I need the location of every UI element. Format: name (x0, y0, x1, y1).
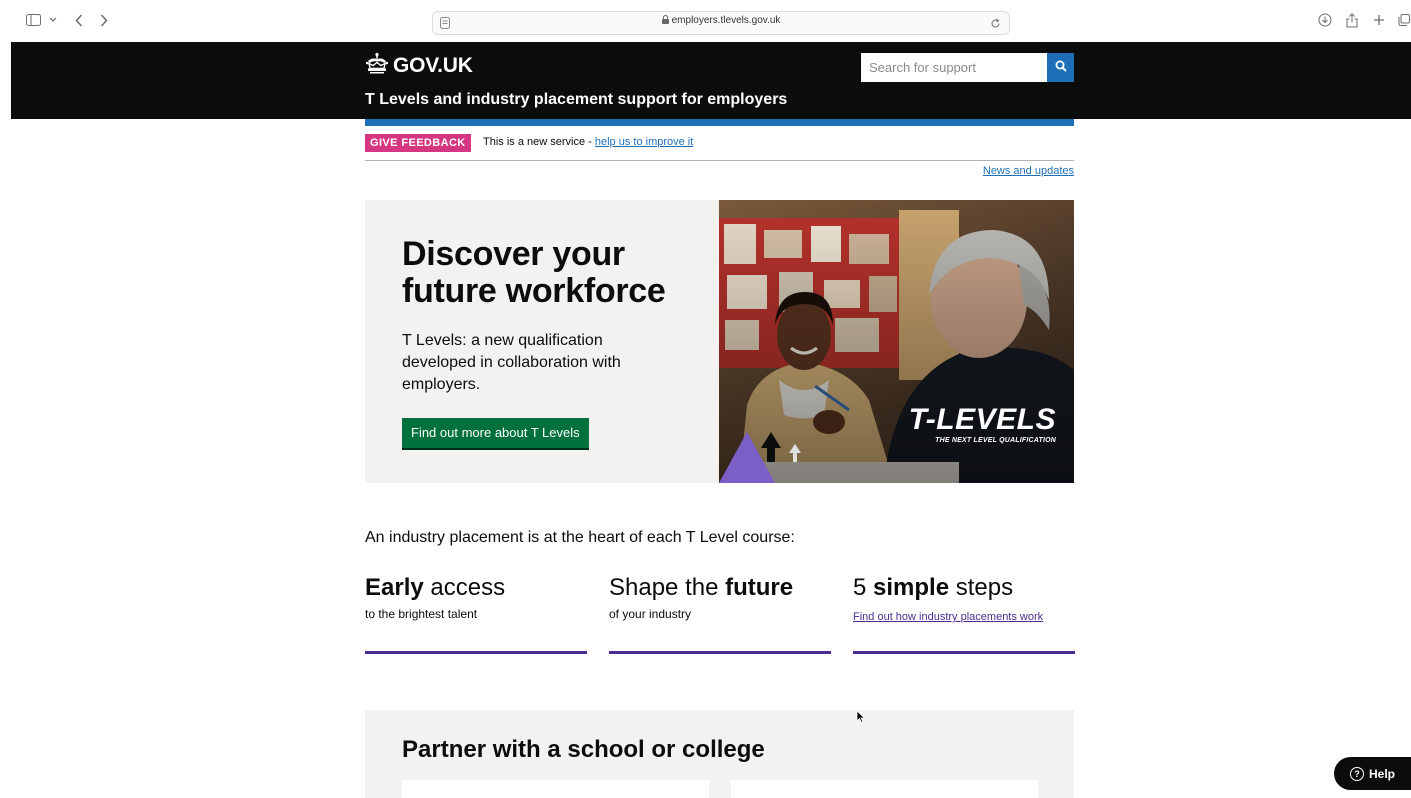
tlevels-logo: T-LEVELS (908, 403, 1056, 436)
new-tab-icon[interactable] (1373, 10, 1385, 30)
placements-link[interactable]: Find out how industry placements work (853, 611, 1043, 623)
url-text: employers.tlevels.gov.uk (671, 15, 781, 26)
news-link[interactable]: News and updates (983, 165, 1074, 177)
intro-text: An industry placement is at the heart of… (365, 529, 795, 546)
reload-icon[interactable] (990, 16, 1001, 34)
help-label: Help (1369, 766, 1396, 781)
search-icon (1055, 60, 1067, 75)
feature-subtitle: to the brightest talent (365, 607, 478, 621)
hero-title: Discover your future workforce (402, 235, 666, 310)
sidebar-icon[interactable] (26, 10, 41, 30)
search-button[interactable] (1047, 53, 1074, 82)
partner-card[interactable] (402, 780, 709, 798)
search-form (861, 53, 1074, 82)
feature-title-pre: 5 (853, 574, 874, 601)
feature-title: Shape the future (609, 573, 831, 603)
hero-panel: Discover your future workforce T Levels:… (365, 200, 1074, 483)
feature-title-rest: steps (949, 574, 1014, 601)
back-icon[interactable] (75, 10, 83, 30)
feature-simple-steps: 5 simple steps Find out how industry pla… (853, 573, 1075, 654)
feature-title-bold: simple (873, 574, 950, 601)
hero-image: T-LEVELS THE NEXT LEVEL QUALIFICATION (719, 200, 1074, 483)
feature-title-rest: access (423, 574, 506, 601)
govuk-logo[interactable]: GOV.UK (365, 52, 473, 79)
share-icon[interactable] (1346, 10, 1358, 30)
feature-title: Early access (365, 573, 587, 603)
partner-section: Partner with a school or college (365, 710, 1074, 798)
feature-title-bold: future (725, 574, 794, 601)
lock-icon (661, 15, 669, 27)
phase-banner: GIVE FEEDBACK This is a new service - he… (365, 134, 1074, 161)
help-icon: ? (1350, 766, 1364, 781)
feature-title-bold: Early (365, 574, 424, 601)
find-out-more-button[interactable]: Find out more about T Levels (402, 418, 589, 448)
service-name[interactable]: T Levels and industry placement support … (365, 91, 787, 109)
phase-banner-text: This is a new service - help us to impro… (483, 136, 693, 148)
feedback-tag: GIVE FEEDBACK (365, 134, 471, 152)
feature-title-pre: Shape the (609, 574, 726, 601)
help-button[interactable]: ? Help (1334, 757, 1411, 790)
forward-icon[interactable] (100, 10, 108, 30)
feature-title: 5 simple steps (853, 573, 1075, 603)
logo-text: GOV.UK (393, 53, 473, 77)
chevron-down-icon[interactable] (49, 10, 57, 30)
download-icon[interactable] (1318, 10, 1332, 30)
search-input[interactable] (861, 53, 1047, 82)
mouse-cursor-icon (856, 710, 866, 728)
crown-icon (365, 52, 389, 79)
browser-toolbar: employers.tlevels.gov.uk (0, 0, 1411, 42)
partner-title: Partner with a school or college (402, 736, 765, 763)
feature-shape-future: Shape the future of your industry (609, 573, 831, 654)
partner-card[interactable] (731, 780, 1038, 798)
tabs-overview-icon[interactable] (1398, 10, 1410, 30)
tlevels-tagline: THE NEXT LEVEL QUALIFICATION (935, 437, 1056, 444)
hero-body: T Levels: a new qualification developed … (402, 332, 621, 393)
feature-subtitle: of your industry (609, 607, 692, 621)
feature-early-access: Early access to the brightest talent (365, 573, 587, 654)
header-blue-bar (365, 119, 1074, 126)
address-bar[interactable]: employers.tlevels.gov.uk (432, 11, 1010, 35)
feedback-link[interactable]: help us to improve it (595, 136, 693, 148)
phase-text-static: This is a new service - (483, 136, 595, 148)
